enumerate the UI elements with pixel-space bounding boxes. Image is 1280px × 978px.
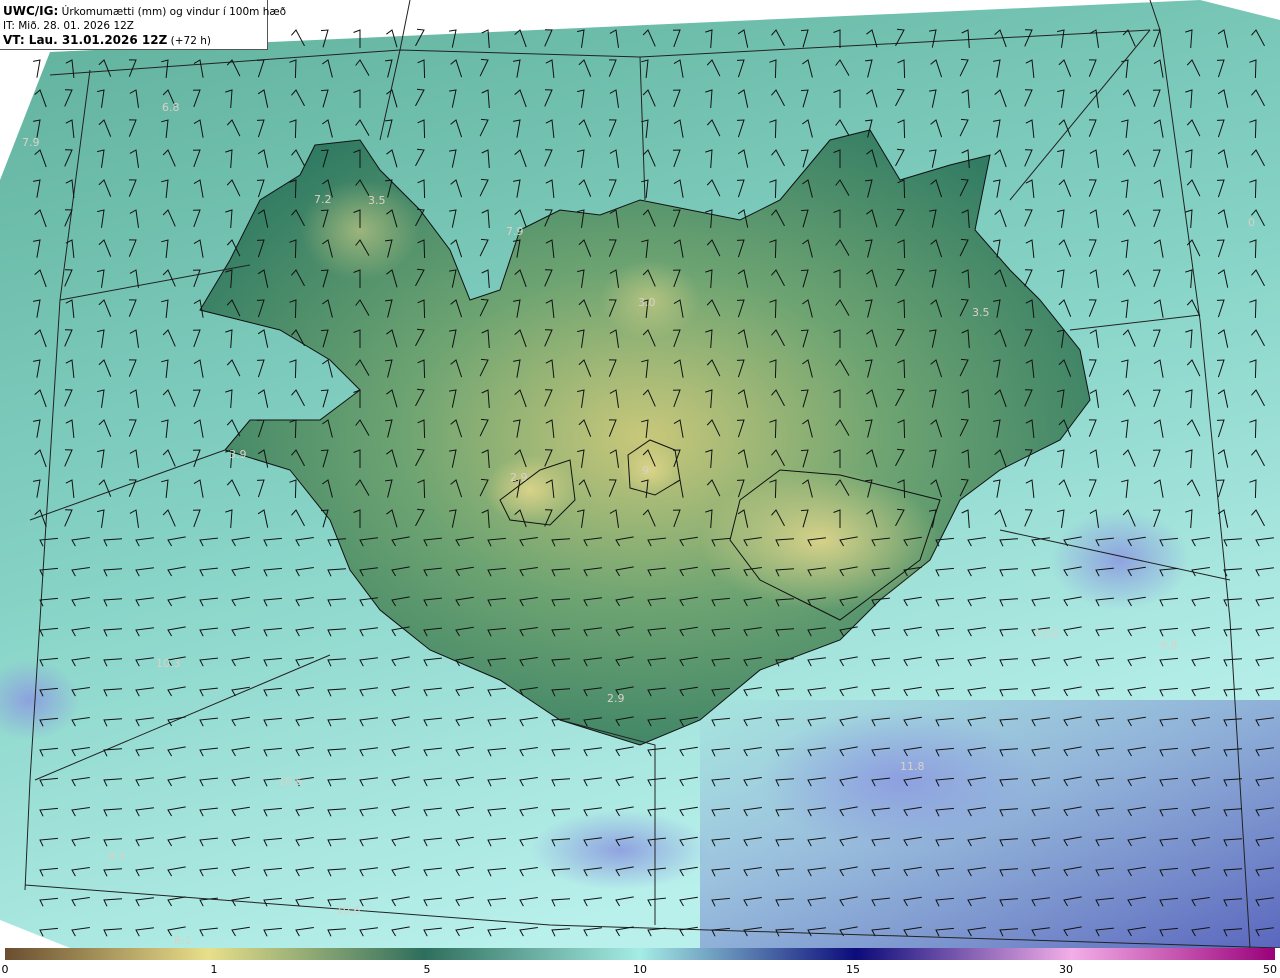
colorbar-tick-1: 1 bbox=[210, 963, 218, 976]
value-label-langjokull: 2.9 bbox=[510, 471, 528, 484]
value-label-north-central: 3.0 bbox=[638, 296, 656, 309]
initial-time: IT: Mið. 28. 01. 2026 12Z bbox=[3, 20, 134, 32]
colorbar bbox=[5, 948, 1275, 960]
blue-patch-2 bbox=[760, 710, 1040, 850]
value-label-bottom: 10.6 bbox=[278, 775, 303, 788]
blue-patch-3 bbox=[1050, 510, 1190, 610]
blue-patch-1 bbox=[530, 810, 710, 890]
colorbar-tick-15: 15 bbox=[846, 963, 860, 976]
value-label-snaefellsnes: 3.9 bbox=[229, 448, 247, 461]
value-label-se-sea: 11.8 bbox=[1034, 627, 1059, 640]
value-label-west-edge: 7.9 bbox=[22, 136, 40, 149]
valid-time: VT: Lau. 31.01.2026 12Z (+72 h) bbox=[3, 33, 211, 47]
value-label-east: 3.5 bbox=[972, 306, 990, 319]
precipitation-map: 6.8 7.9 7.2 3.5 7.9 3.0 3.5 3.9 2.9 9 2.… bbox=[0, 0, 1280, 948]
colorbar-tick-5: 5 bbox=[423, 963, 431, 976]
wind-barb bbox=[33, 59, 41, 78]
value-label-westfjords-2: 3.5 bbox=[368, 194, 386, 207]
value-label-sw-far: 9.7 bbox=[108, 850, 126, 863]
value-label-westfjords-1: 7.2 bbox=[314, 193, 332, 206]
value-label-east-sea: 9.8 bbox=[1160, 639, 1178, 652]
product-title: UWC/IG: Úrkomumætti (mm) og vindur í 100… bbox=[3, 4, 287, 18]
glacier-langjokull bbox=[485, 455, 575, 525]
value-label-south: 2.9 bbox=[607, 692, 625, 705]
value-label-south-sea: 11.8 bbox=[900, 760, 925, 773]
value-label-nw-sea: 6.8 bbox=[162, 101, 180, 114]
value-label-bottom-2: 10.6 bbox=[336, 904, 361, 917]
value-label-hofsjokull: 9 bbox=[642, 464, 649, 477]
colorbar-tick-10: 10 bbox=[633, 963, 647, 976]
value-label-north-fjord: 7.9 bbox=[506, 225, 524, 238]
colorbar-tick-30: 30 bbox=[1059, 963, 1073, 976]
colorbar-tick-0: 0 bbox=[1, 963, 9, 976]
colorbar-tick-50: 50 bbox=[1263, 963, 1277, 976]
value-label-bottom-left: 8.1 bbox=[174, 934, 192, 947]
value-label-right-edge: 0 bbox=[1248, 216, 1255, 229]
forecast-info-box: UWC/IG: Úrkomumætti (mm) og vindur í 100… bbox=[0, 0, 287, 50]
value-label-sw-sea: 10.3 bbox=[156, 657, 181, 670]
